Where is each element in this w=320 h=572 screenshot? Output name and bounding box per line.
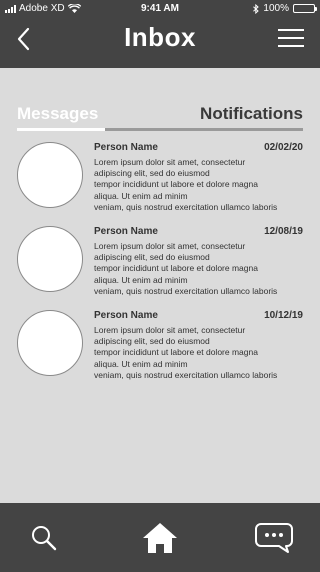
avatar bbox=[17, 310, 83, 376]
tab-messages[interactable]: Messages bbox=[17, 104, 98, 124]
bluetooth-icon bbox=[253, 3, 260, 14]
search-icon bbox=[32, 526, 57, 551]
list-item[interactable]: Person Name 12/08/19 Lorem ipsum dolor s… bbox=[17, 225, 303, 296]
bottom-nav bbox=[0, 503, 320, 572]
message-preview: Lorem ipsum dolor sit amet, consectetur … bbox=[94, 157, 278, 212]
hamburger-menu-icon[interactable] bbox=[278, 27, 304, 49]
message-date: 10/12/19 bbox=[264, 310, 303, 321]
message-preview: Lorem ipsum dolor sit amet, consectetur … bbox=[94, 325, 278, 380]
search-button[interactable] bbox=[24, 518, 64, 558]
person-name: Person Name bbox=[94, 310, 158, 321]
message-date: 12/08/19 bbox=[264, 226, 303, 237]
list-item[interactable]: Person Name 02/02/20 Lorem ipsum dolor s… bbox=[17, 141, 303, 212]
status-bar: Adobe XD 9:41 AM 100% bbox=[0, 0, 320, 17]
person-name: Person Name bbox=[94, 142, 158, 153]
battery-label: 100% bbox=[263, 3, 289, 14]
battery-icon bbox=[293, 4, 317, 13]
page-title: Inbox bbox=[124, 22, 196, 52]
list-item[interactable]: Person Name 10/12/19 Lorem ipsum dolor s… bbox=[17, 309, 303, 380]
message-preview: Lorem ipsum dolor sit amet, consectetur … bbox=[94, 241, 278, 296]
app-header: Adobe XD 9:41 AM 100% Inbox bbox=[0, 0, 320, 68]
message-date: 02/02/20 bbox=[264, 142, 303, 153]
active-tab-indicator bbox=[17, 128, 105, 131]
chat-icon bbox=[255, 523, 293, 553]
tab-notifications[interactable]: Notifications bbox=[200, 104, 303, 124]
home-icon bbox=[143, 523, 177, 553]
avatar bbox=[17, 142, 83, 208]
status-right: 100% bbox=[253, 3, 317, 14]
chat-button[interactable] bbox=[252, 518, 296, 558]
avatar bbox=[17, 226, 83, 292]
person-name: Person Name bbox=[94, 226, 158, 237]
home-button[interactable] bbox=[140, 518, 180, 558]
tab-divider bbox=[105, 128, 303, 131]
inbox-tabs: Messages Notifications bbox=[17, 104, 303, 132]
